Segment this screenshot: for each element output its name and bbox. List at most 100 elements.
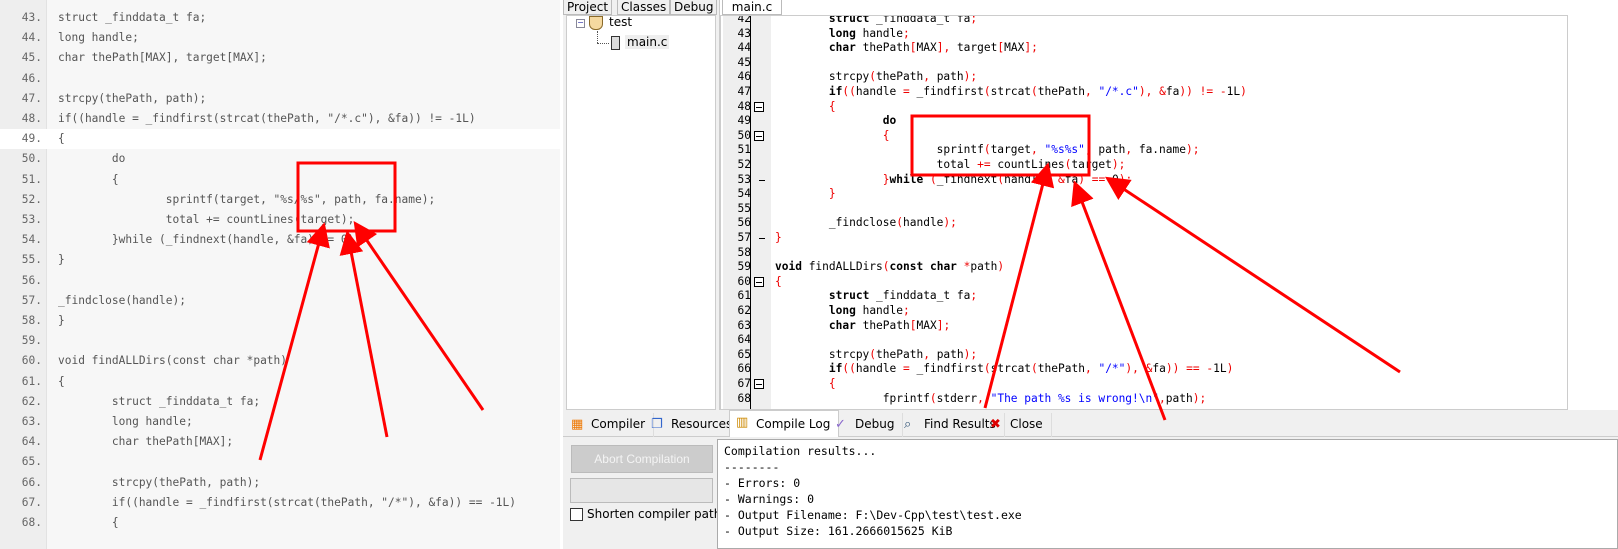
code-line: 61. { xyxy=(0,372,560,392)
fold-toggle-icon[interactable] xyxy=(754,276,764,287)
line-number: 42 xyxy=(737,15,751,25)
code-text: long handle; xyxy=(58,415,193,428)
code-text: if((handle = _findfirst(strcat(thePath, … xyxy=(828,362,1234,376)
code-line: 67 { xyxy=(721,377,1567,392)
line-number: 46. xyxy=(21,71,42,85)
code-text: sprintf(target, "%s%s", path, fa.name); xyxy=(775,143,1200,157)
code-line: 47 if((handle = _findfirst(strcat(thePat… xyxy=(721,85,1567,100)
log-line: - Output Size: 161.2666015625 KiB xyxy=(724,524,953,538)
code-line: 50. do xyxy=(0,149,560,169)
code-text: { xyxy=(828,99,836,113)
line-number: 49 xyxy=(737,114,751,128)
line-number: 48. xyxy=(21,112,42,125)
fold-toggle-icon[interactable] xyxy=(754,101,764,112)
code-text: } xyxy=(58,314,65,327)
code-text: fprintf(stderr, "The path %s is wrong!\n… xyxy=(775,391,1207,405)
tab-label: Compile Log xyxy=(756,417,831,431)
tab-resources[interactable]: ❐ Resources xyxy=(645,413,742,437)
tab-classes[interactable]: Classes xyxy=(617,0,671,15)
tab-project[interactable]: Project xyxy=(563,0,613,15)
line-number: 65 xyxy=(737,347,751,361)
project-icon xyxy=(589,16,603,30)
code-text: sprintf(target, "%s/%s", path, fa.name); xyxy=(58,192,436,206)
line-number: 52. xyxy=(21,192,42,206)
code-text: if((handle = _findfirst(strcat(thePath, … xyxy=(58,112,476,125)
fold-toggle-icon[interactable] xyxy=(754,379,764,389)
line-number: 54. xyxy=(21,233,42,247)
line-number: 61. xyxy=(21,374,42,388)
shorten-paths-checkbox[interactable]: Shorten compiler paths xyxy=(570,507,728,521)
code-editor[interactable]: 42 struct _finddata_t fa; 43 long handle;… xyxy=(720,15,1568,410)
tab-label: Close xyxy=(1010,417,1043,431)
code-text: { xyxy=(882,128,890,142)
code-text: char thePath[MAX], target[MAX]; xyxy=(828,41,1038,55)
collapse-icon[interactable]: − xyxy=(576,19,585,28)
code-line: 54. }while (_findnext(handle, &fa) == 0)… xyxy=(0,230,560,250)
code-text: if((handle = _findfirst(strcat(thePath, … xyxy=(828,85,1247,98)
bar-chart-icon: ▥ xyxy=(736,415,749,430)
tab-label: Debug xyxy=(855,417,895,431)
line-number: 47 xyxy=(737,85,751,98)
tree-root[interactable]: test xyxy=(609,15,632,29)
line-number: 58. xyxy=(21,314,42,327)
code-line: 44. long handle; xyxy=(0,28,560,48)
tab-close[interactable]: ✖ Close xyxy=(984,413,1052,437)
line-number: 51. xyxy=(21,172,42,186)
tab-debug[interactable]: ✓ Debug xyxy=(829,413,904,437)
abort-compilation-button[interactable]: Abort Compilation xyxy=(571,445,713,473)
code-text: _findclose(handle); xyxy=(58,293,186,307)
log-line: - Errors: 0 xyxy=(724,476,801,490)
line-number: 63. xyxy=(21,415,42,428)
editor-tab-main-c[interactable]: main.c xyxy=(722,0,782,15)
tab-compile-log[interactable]: ▥ Compile Log xyxy=(729,410,840,438)
line-number: 51 xyxy=(737,143,751,157)
tab-compiler[interactable]: ▦ Compiler xyxy=(565,413,655,437)
code-text: strcpy(thePath, path); xyxy=(775,347,978,361)
fold-toggle-icon[interactable] xyxy=(754,130,764,141)
code-line: 52. sprintf(target, "%s/%s", path, fa.na… xyxy=(0,190,560,210)
code-text: { xyxy=(58,374,65,388)
tree-file-main-c[interactable]: main.c xyxy=(625,35,670,49)
code-line: 46. xyxy=(0,69,560,89)
line-number: 68. xyxy=(21,516,42,529)
code-line: 56 _findclose(handle); xyxy=(721,216,1567,231)
resources-icon: ❐ xyxy=(651,417,663,432)
code-line: 64. char thePath[MAX]; xyxy=(0,432,560,452)
code-text: do xyxy=(58,152,126,166)
code-line: 63 char thePath[MAX]; xyxy=(721,318,1567,334)
code-line: 42 struct _finddata_t fa; xyxy=(721,15,1567,27)
code-text: { xyxy=(58,516,119,529)
code-line: 68. { xyxy=(0,513,560,533)
code-line: 52 total += countLines(target); xyxy=(721,158,1567,173)
line-number: 68 xyxy=(737,391,751,405)
code-line: 48. if((handle = _findfirst(strcat(thePat… xyxy=(0,109,560,129)
code-line: 44 char thePath[MAX], target[MAX]; xyxy=(721,41,1567,56)
tab-label: Resources xyxy=(671,417,733,431)
compile-progress-bar xyxy=(570,478,713,503)
tab-debug[interactable]: Debug xyxy=(670,0,718,15)
log-line: Compilation results... xyxy=(724,444,877,458)
code-line: 63. long handle; xyxy=(0,412,560,432)
line-number: 53. xyxy=(21,213,42,226)
close-icon: ✖ xyxy=(990,417,1001,432)
code-line: 65. xyxy=(0,452,560,472)
code-line: 59 void findALLDirs(const char *path) xyxy=(721,260,1567,275)
code-text: char thePath[MAX], target[MAX]; xyxy=(58,51,267,65)
code-text: } xyxy=(828,187,836,201)
line-number: 64 xyxy=(737,333,751,347)
log-line: - Warnings: 0 xyxy=(724,492,815,506)
code-line: 47. strcpy(thePath, path); xyxy=(0,89,560,109)
code-line: 66 if((handle = _findfirst(strcat(thePat… xyxy=(721,362,1567,377)
line-number: 56 xyxy=(737,216,751,230)
code-line: 61 struct _finddata_t fa; xyxy=(721,289,1567,304)
line-number: 46 xyxy=(737,70,751,84)
checkbox-box[interactable] xyxy=(570,507,583,521)
line-number: 55 xyxy=(737,201,751,215)
code-text: total += countLines(target); xyxy=(58,213,355,226)
code-text: char thePath[MAX]; xyxy=(828,318,951,332)
compile-log-output[interactable]: Compilation results... -------- - Errors: … xyxy=(717,439,1618,549)
code-text: strcpy(thePath, path); xyxy=(58,475,261,489)
code-line: 66. strcpy(thePath, path); xyxy=(0,473,560,493)
code-text: { xyxy=(775,274,782,288)
grid-icon: ▦ xyxy=(571,417,584,432)
